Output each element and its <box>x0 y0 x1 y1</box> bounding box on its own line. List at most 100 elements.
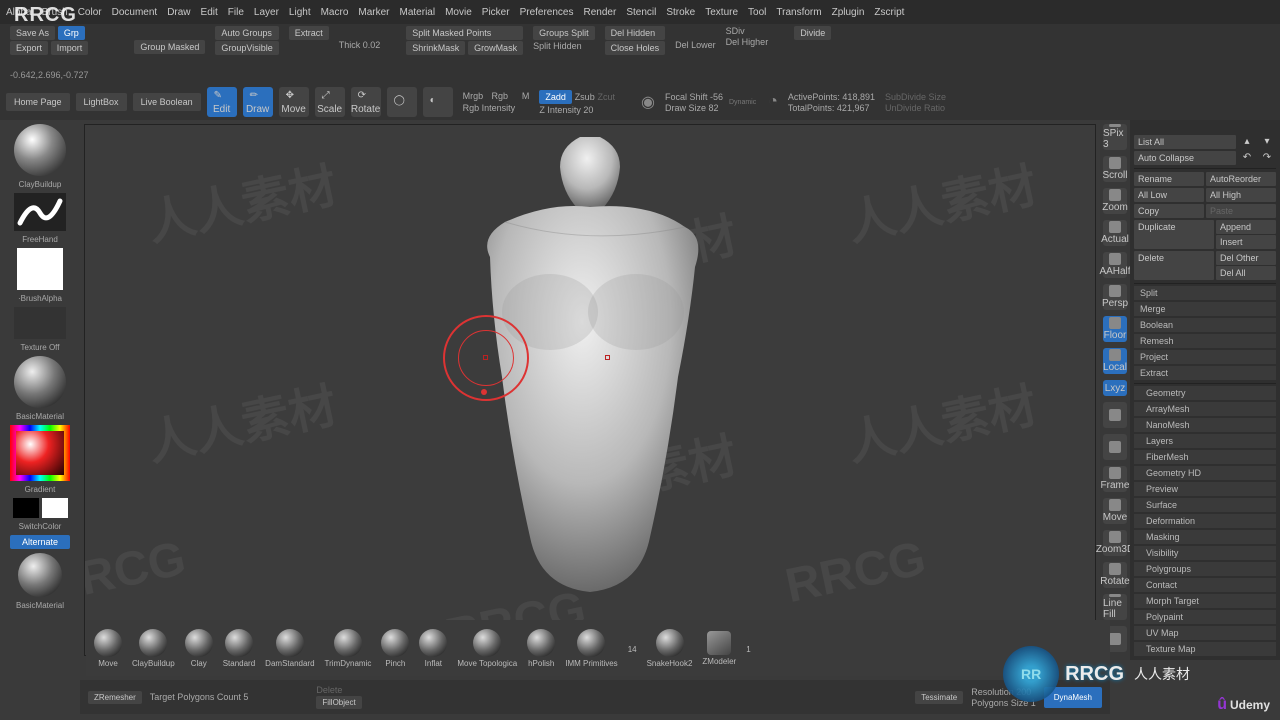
tessimate-button[interactable]: Tessimate <box>915 691 963 704</box>
fibermesh-section[interactable]: FiberMesh <box>1134 450 1276 464</box>
brush-move[interactable]: Move <box>94 629 122 668</box>
all-high-button[interactable]: All High <box>1206 188 1276 202</box>
duplicate-button[interactable]: Duplicate <box>1134 220 1214 249</box>
material-thumbnail-2[interactable] <box>18 553 62 597</box>
actual-button[interactable]: Actual <box>1103 220 1127 246</box>
morphtarget-section[interactable]: Morph Target <box>1134 594 1276 608</box>
group-masked-button[interactable]: Group Masked <box>134 40 205 54</box>
lxyz-button[interactable]: Lxyz <box>1103 380 1127 396</box>
live-boolean-button[interactable]: Live Boolean <box>133 93 201 111</box>
append-button[interactable]: Append <box>1216 220 1276 234</box>
draw-size-slider[interactable]: Draw Size 82 <box>665 103 723 113</box>
boolean-section[interactable]: Boolean <box>1134 318 1276 332</box>
menu-picker[interactable]: Picker <box>482 7 510 18</box>
group-visible-button[interactable]: GroupVisible <box>215 41 278 55</box>
home-page-button[interactable]: Home Page <box>6 93 70 111</box>
masking-section[interactable]: Masking <box>1134 530 1276 544</box>
alternate-button[interactable]: Alternate <box>10 535 70 549</box>
edit-mode-button[interactable]: ✎Edit <box>207 87 237 117</box>
del-hidden-button[interactable]: Del Hidden <box>605 26 666 40</box>
sdiv-slider-label[interactable]: SDiv <box>726 26 769 36</box>
mrgb-button[interactable]: Mrgb <box>463 91 484 101</box>
zcut-button[interactable]: Zcut <box>597 92 615 102</box>
brush-immprimitives[interactable]: IMM Primitives <box>565 629 617 668</box>
lightbox-button[interactable]: LightBox <box>76 93 127 111</box>
local-button[interactable]: Local <box>1103 348 1127 374</box>
rgb-button[interactable]: Rgb <box>491 91 508 101</box>
menu-color[interactable]: Color <box>78 7 102 18</box>
floor-button[interactable]: Floor <box>1103 316 1127 342</box>
auto-collapse-button[interactable]: Auto Collapse <box>1134 151 1236 165</box>
grow-mask-button[interactable]: GrowMask <box>468 41 523 55</box>
menu-macro[interactable]: Macro <box>321 7 349 18</box>
m-button[interactable]: M <box>522 91 530 101</box>
menu-file[interactable]: File <box>228 7 244 18</box>
brush-damstandard[interactable]: DamStandard <box>265 629 314 668</box>
brush-snakehook2[interactable]: SnakeHook2 <box>647 629 693 668</box>
menu-stroke[interactable]: Stroke <box>666 7 695 18</box>
export-button[interactable]: Export <box>10 41 48 55</box>
draw-mode-button[interactable]: ✏Draw <box>243 87 273 117</box>
alpha-thumbnail[interactable] <box>17 248 63 290</box>
close-holes-button[interactable]: Close Holes <box>605 41 666 55</box>
menu-marker[interactable]: Marker <box>358 7 389 18</box>
gradient-label[interactable]: Gradient <box>25 485 56 494</box>
color-swatches[interactable] <box>13 498 68 518</box>
menu-edit[interactable]: Edit <box>201 7 218 18</box>
remesh-section[interactable]: Remesh <box>1134 334 1276 348</box>
solo-button[interactable] <box>1103 434 1127 460</box>
geometry-section[interactable]: Geometry <box>1134 386 1276 400</box>
gizmo-button[interactable]: ◯ <box>387 87 417 117</box>
move-mode-button[interactable]: ✥Move <box>279 87 309 117</box>
list-down-icon[interactable]: ▾ <box>1258 135 1276 148</box>
nanomesh-section[interactable]: NanoMesh <box>1134 418 1276 432</box>
brush-pinch[interactable]: Pinch <box>381 629 409 668</box>
brush-trimdynamic[interactable]: TrimDynamic <box>325 629 372 668</box>
zremesher-button[interactable]: ZRemesher <box>88 691 142 704</box>
fill-object-button[interactable]: FillObject <box>316 696 361 709</box>
dynamic-toggle[interactable]: Dynamic <box>729 99 756 106</box>
menu-tool[interactable]: Tool <box>748 7 766 18</box>
brush-thumbnail[interactable] <box>14 124 66 176</box>
menu-material[interactable]: Material <box>400 7 436 18</box>
rotate-mode-button[interactable]: ⟳Rotate <box>351 87 381 117</box>
surface-section[interactable]: Surface <box>1134 498 1276 512</box>
target-polygons-slider[interactable]: Target Polygons Count 5 <box>150 692 249 702</box>
xpose-button[interactable] <box>1103 402 1127 428</box>
zsub-button[interactable]: Zsub <box>575 92 595 102</box>
groups-split-button[interactable]: Groups Split <box>533 26 595 40</box>
material-thumbnail[interactable] <box>14 356 66 408</box>
menu-layer[interactable]: Layer <box>254 7 279 18</box>
paste-button[interactable]: Paste <box>1206 204 1276 218</box>
delete-button[interactable]: Delete <box>1134 251 1214 280</box>
menu-light[interactable]: Light <box>289 7 311 18</box>
layers-section[interactable]: Layers <box>1134 434 1276 448</box>
menu-texture[interactable]: Texture <box>705 7 738 18</box>
zoom-button[interactable]: Zoom <box>1103 188 1127 214</box>
auto-groups-button[interactable]: Auto Groups <box>215 26 278 40</box>
delete-label[interactable]: Delete <box>316 685 361 695</box>
merge-section[interactable]: Merge <box>1134 302 1276 316</box>
texture-thumbnail[interactable] <box>14 307 66 339</box>
geometryhd-section[interactable]: Geometry HD <box>1134 466 1276 480</box>
menu-movie[interactable]: Movie <box>445 7 472 18</box>
visibility-section[interactable]: Visibility <box>1134 546 1276 560</box>
list-all-button[interactable]: List All <box>1134 135 1236 149</box>
brush-hpolish[interactable]: hPolish <box>527 629 555 668</box>
extract-button[interactable]: Extract <box>289 26 329 40</box>
menu-zplugin[interactable]: Zplugin <box>832 7 865 18</box>
rgb-intensity-slider[interactable]: Rgb Intensity <box>463 103 530 113</box>
menu-preferences[interactable]: Preferences <box>520 7 574 18</box>
import-button[interactable]: Import <box>51 41 89 55</box>
shrink-mask-button[interactable]: ShrinkMask <box>406 41 465 55</box>
project-section[interactable]: Project <box>1134 350 1276 364</box>
zoom3d-button[interactable]: Zoom3D <box>1103 530 1127 556</box>
brush-clay[interactable]: Clay <box>185 629 213 668</box>
persp-button[interactable]: Persp <box>1103 284 1127 310</box>
menu-transform[interactable]: Transform <box>776 7 821 18</box>
save-as-button[interactable]: Save As <box>10 26 55 40</box>
scroll-button[interactable]: Scroll <box>1103 156 1127 182</box>
del-higher-button[interactable]: Del Higher <box>726 37 769 47</box>
del-lower-button[interactable]: Del Lower <box>675 40 716 50</box>
color-picker[interactable] <box>10 425 70 481</box>
